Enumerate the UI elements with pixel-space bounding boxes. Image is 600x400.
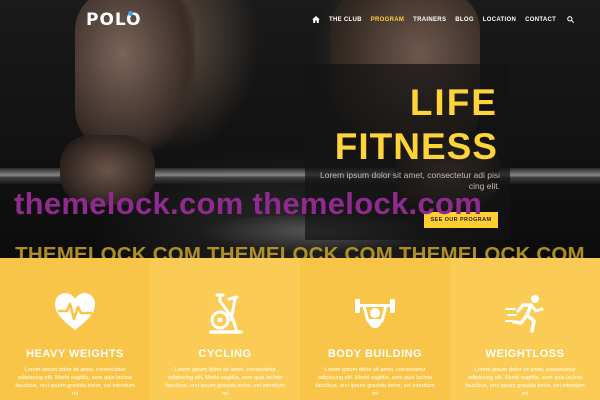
feature-card-weightloss: WEIGHTLOSS Lorem ipsum dolor sit amet, c… bbox=[450, 258, 600, 400]
watermark-line1: themelock.com themelock.com bbox=[14, 186, 483, 221]
feature-text: Lorem ipsum dolor sit amet, consectetur … bbox=[315, 367, 435, 397]
nav-item-contact[interactable]: CONTACT bbox=[525, 17, 556, 23]
promo-title-line1: LIFE bbox=[409, 82, 498, 123]
feature-card-heavy-weights: HEAVY WEIGHTS Lorem ipsum dolor sit amet… bbox=[0, 258, 150, 400]
weightlifter-icon bbox=[355, 299, 395, 328]
feature-text: Lorem ipsum dolor sit amet, consectetur … bbox=[465, 367, 585, 397]
feature-title: HEAVY WEIGHTS bbox=[26, 348, 124, 360]
feature-card-cycling: CYCLING Lorem ipsum dolor sit amet, cons… bbox=[150, 258, 300, 400]
heart-pulse-icon bbox=[55, 293, 95, 330]
logo[interactable]: POLO bbox=[86, 10, 142, 30]
feature-text: Lorem ipsum dolor sit amet, consectetur … bbox=[165, 367, 285, 397]
nav-item-program[interactable]: PROGRAM bbox=[371, 17, 404, 23]
nav-item-blog[interactable]: BLOG bbox=[455, 17, 474, 23]
home-icon[interactable] bbox=[312, 16, 320, 23]
running-man-icon bbox=[505, 295, 544, 333]
search-icon[interactable] bbox=[567, 16, 575, 23]
nav-item-trainers[interactable]: TRAINERS bbox=[413, 17, 446, 23]
logo-dot bbox=[128, 11, 133, 16]
nav-item-the-club[interactable]: THE CLUB bbox=[329, 17, 362, 23]
promo-title-line2: FITNESS bbox=[334, 126, 498, 167]
nav-item-location[interactable]: LOCATION bbox=[483, 17, 516, 23]
feature-title: CYCLING bbox=[198, 348, 252, 360]
feature-title: BODY BUILDING bbox=[327, 348, 423, 360]
exercise-bike-icon bbox=[209, 293, 243, 334]
feature-card-body-building: BODY BUILDING Lorem ipsum dolor sit amet… bbox=[300, 258, 450, 400]
feature-title: WEIGHTLOSS bbox=[485, 348, 565, 360]
feature-text: Lorem ipsum dolor sit amet, consectetur … bbox=[15, 367, 135, 397]
main-nav: THE CLUB PROGRAM TRAINERS BLOG LOCATION … bbox=[312, 16, 575, 23]
features-section: HEAVY WEIGHTS Lorem ipsum dolor sit amet… bbox=[0, 258, 600, 400]
